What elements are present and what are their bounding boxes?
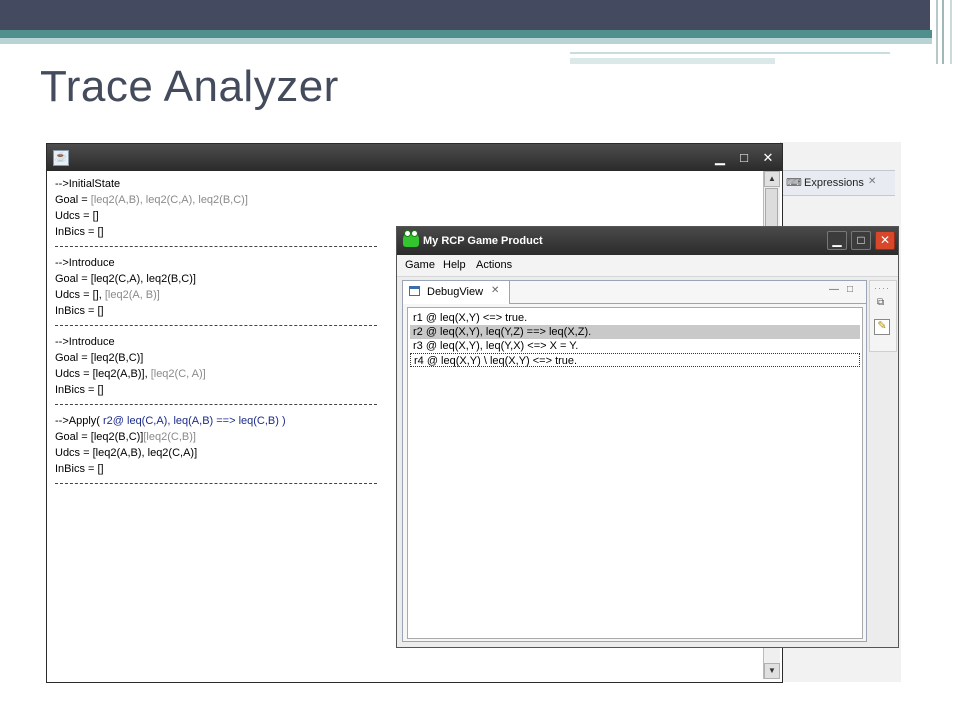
drag-handle-icon[interactable]: ···· xyxy=(874,283,890,293)
rule-item[interactable]: r4 @ leq(X,Y) \ leq(X,Y) <=> true. xyxy=(410,353,860,367)
trace-line: -->InitialState xyxy=(55,178,121,190)
view-minimize-icon[interactable]: — xyxy=(829,284,839,295)
close-icon[interactable]: ✕ xyxy=(491,285,499,296)
tab-debugview[interactable]: DebugView ✕ xyxy=(403,281,510,304)
slide-title: Trace Analyzer xyxy=(40,62,339,111)
trace-line: Goal = [leq2(A,B), leq2(C,A), leq2(B,C)] xyxy=(55,194,248,206)
close-icon[interactable]: ✕ xyxy=(868,176,876,187)
expressions-icon: ⌨ xyxy=(786,177,802,189)
rules-list: r1 @ leq(X,Y) <=> true. r2 @ leq(X,Y), l… xyxy=(407,307,863,639)
rcp-window: My RCP Game Product ▁ □ ✕ Game Help Acti… xyxy=(396,226,899,648)
trace-line: Goal = [leq2(C,A), leq2(B,C)] xyxy=(55,273,196,285)
tab-debugview-label: DebugView xyxy=(427,286,484,298)
trace-window-titlebar[interactable]: ☕ ▁ □ ✕ xyxy=(47,144,782,171)
slide-top-bar xyxy=(0,0,930,30)
scrollbar-thumb[interactable] xyxy=(765,188,778,228)
tab-strip-border xyxy=(509,303,866,304)
java-app-icon: ☕ xyxy=(53,150,69,166)
rule-item-selected[interactable]: r2 @ leq(X,Y), leq(Y,Z) ==> leq(X,Z). xyxy=(410,325,860,339)
tab-expressions-label: Expressions xyxy=(804,177,864,189)
view-icon xyxy=(409,286,420,296)
rule-item[interactable]: r3 @ leq(X,Y), leq(Y,X) <=> X = Y. xyxy=(410,339,860,353)
close-button[interactable]: ✕ xyxy=(875,231,895,250)
trace-line: InBics = [] xyxy=(55,463,104,475)
slide-deco-line xyxy=(570,52,890,54)
frog-app-icon xyxy=(403,230,419,247)
menu-bar: Game Help Actions xyxy=(397,255,898,277)
maximize-button[interactable]: □ xyxy=(735,149,753,166)
edit-icon[interactable]: ✎ xyxy=(874,319,890,335)
trace-line: Goal = [leq2(B,C)] xyxy=(55,352,144,364)
trace-line: Udcs = [leq2(A,B)], [leq2(C, A)] xyxy=(55,368,206,380)
minimize-button[interactable]: ▁ xyxy=(711,149,729,166)
view-maximize-icon[interactable]: □ xyxy=(847,284,853,295)
menu-help[interactable]: Help xyxy=(443,259,466,271)
slide-accent-bar-light xyxy=(0,38,960,44)
trace-separator xyxy=(55,246,377,247)
close-button[interactable]: ✕ xyxy=(759,149,777,166)
restore-icon[interactable]: ⧉ xyxy=(877,297,884,308)
minimize-button[interactable]: ▁ xyxy=(827,231,847,250)
scroll-up-icon[interactable]: ▲ xyxy=(764,171,780,187)
trace-separator xyxy=(55,404,377,405)
trace-line: Udcs = [leq2(A,B), leq2(C,A)] xyxy=(55,447,198,459)
trace-line: Udcs = [] xyxy=(55,210,99,222)
rule-item[interactable]: r1 @ leq(X,Y) <=> true. xyxy=(410,311,860,325)
slide-deco-line xyxy=(570,58,775,64)
slide-accent-bar xyxy=(0,30,960,38)
trace-separator xyxy=(55,483,377,484)
scroll-down-icon[interactable]: ▼ xyxy=(764,663,780,679)
trace-line: -->Apply( r2@ leq(C,A), leq(A,B) ==> leq… xyxy=(55,415,286,427)
trace-line: InBics = [] xyxy=(55,226,104,238)
trace-line: -->Introduce xyxy=(55,336,115,348)
trace-line: InBics = [] xyxy=(55,384,104,396)
trace-line: InBics = [] xyxy=(55,305,104,317)
minimized-view-stack: ···· ⧉ ✎ xyxy=(869,280,897,352)
menu-game[interactable]: Game xyxy=(405,259,435,271)
trace-separator xyxy=(55,325,377,326)
debug-view-panel: DebugView ✕ — □ r1 @ leq(X,Y) <=> true. … xyxy=(402,280,867,642)
menu-actions[interactable]: Actions xyxy=(476,259,512,271)
maximize-button[interactable]: □ xyxy=(851,231,871,250)
trace-line: Udcs = [], [leq2(A, B)] xyxy=(55,289,160,301)
tab-expressions[interactable]: ⌨ Expressions ✕ xyxy=(780,170,895,196)
slide-deco-stripes xyxy=(932,0,960,64)
rcp-window-title: My RCP Game Product xyxy=(423,235,543,247)
trace-line: -->Introduce xyxy=(55,257,115,269)
trace-line: Goal = [leq2(B,C)][leq2(C,B)] xyxy=(55,431,196,443)
rcp-window-titlebar[interactable]: My RCP Game Product ▁ □ ✕ xyxy=(397,227,898,255)
